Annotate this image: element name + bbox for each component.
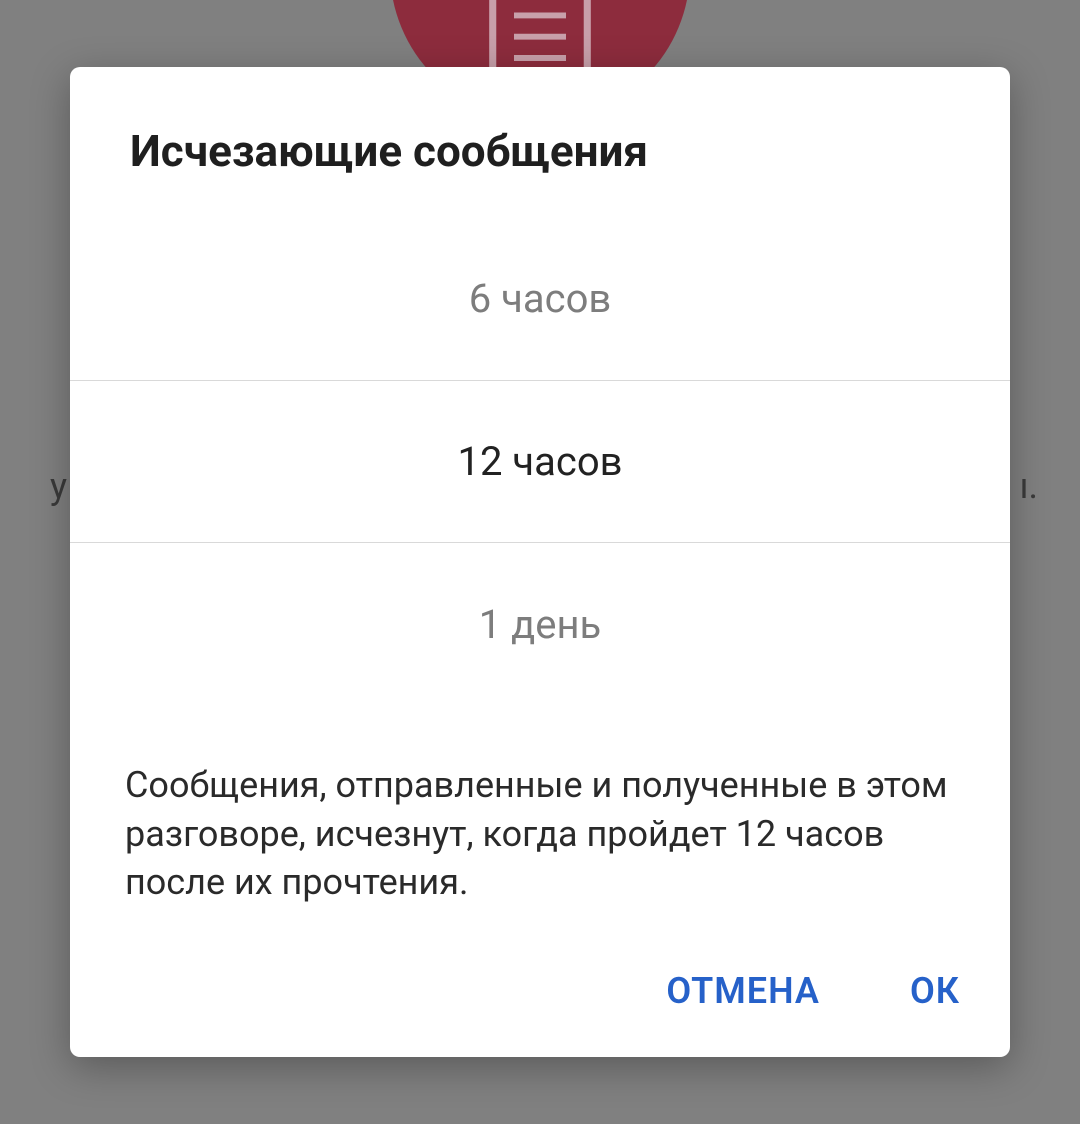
dialog-actions: ОТМЕНА ОК (70, 970, 1010, 1057)
disappearing-messages-dialog: Исчезающие сообщения 6 часов 12 часов 1 … (70, 67, 1010, 1057)
picker-option-next[interactable]: 1 день (70, 543, 1010, 706)
duration-picker[interactable]: 6 часов 12 часов 1 день (70, 217, 1010, 706)
ok-button[interactable]: ОК (910, 970, 960, 1012)
picker-option-selected[interactable]: 12 часов (70, 380, 1010, 543)
dialog-title: Исчезающие сообщения (70, 67, 1010, 217)
dialog-description: Сообщения, отправленные и полученные в э… (70, 706, 1010, 927)
picker-option-prev[interactable]: 6 часов (70, 217, 1010, 380)
cancel-button[interactable]: ОТМЕНА (666, 970, 820, 1012)
